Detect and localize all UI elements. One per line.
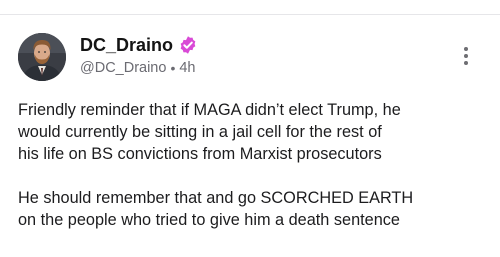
post-line: Friendly reminder that if MAGA didn’t el… — [18, 101, 401, 119]
avatar[interactable] — [18, 33, 66, 81]
post-timestamp[interactable]: 4h — [179, 59, 195, 77]
post-card: DC_Draino @DC_Draino • 4h Friendly remin… — [0, 0, 500, 257]
more-vertical-icon-dot-2 — [464, 54, 468, 58]
post-body: Friendly reminder that if MAGA didn’t el… — [18, 99, 488, 231]
avatar-image — [18, 33, 66, 81]
more-vertical-icon — [464, 47, 468, 51]
author-handle[interactable]: @DC_Draino — [80, 59, 166, 77]
post-line: He should remember that and go SCORCHED … — [18, 189, 414, 207]
post-paragraph-1: Friendly reminder that if MAGA didn’t el… — [18, 99, 488, 165]
author-display-name[interactable]: DC_Draino — [80, 34, 173, 56]
post-line: his life on BS convictions from Marxist … — [18, 145, 382, 163]
top-divider — [0, 14, 500, 15]
more-vertical-icon-dot-3 — [464, 61, 468, 65]
post-line: on the people who tried to give him a de… — [18, 211, 400, 229]
post-paragraph-2: He should remember that and go SCORCHED … — [18, 187, 488, 231]
more-options-button[interactable] — [455, 43, 477, 69]
verified-badge-icon — [178, 35, 198, 55]
post-line: would currently be sitting in a jail cel… — [18, 123, 382, 141]
author-name-row: DC_Draino — [80, 34, 198, 56]
author-meta-row: @DC_Draino • 4h — [80, 59, 196, 77]
meta-separator: • — [170, 60, 176, 76]
